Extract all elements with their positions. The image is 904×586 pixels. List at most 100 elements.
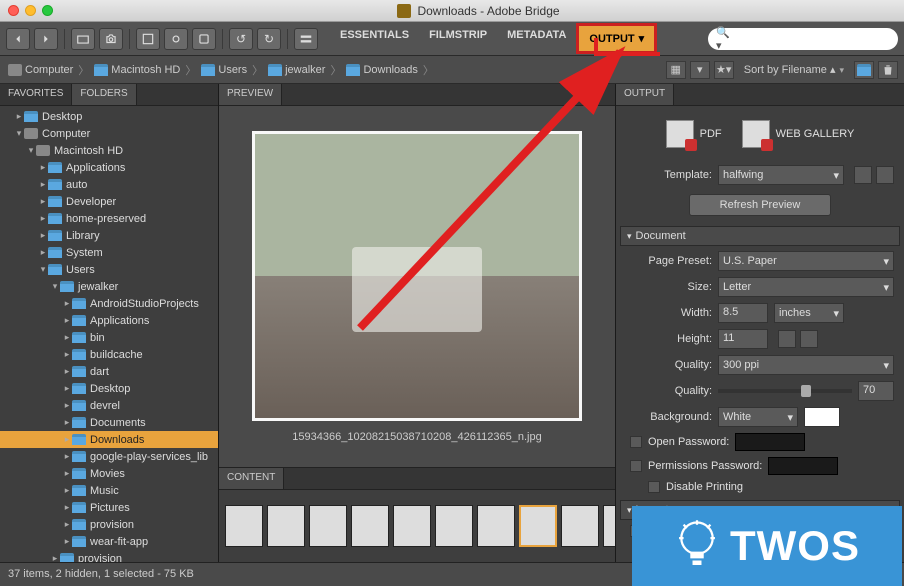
tree-item-bin[interactable]: ▸bin — [0, 329, 218, 346]
disclosure-arrow-icon[interactable]: ▸ — [38, 213, 48, 224]
slider-knob[interactable] — [801, 385, 811, 397]
tree-item-auto[interactable]: ▸auto — [0, 176, 218, 193]
disclosure-arrow-icon[interactable]: ▸ — [50, 553, 60, 562]
save-template-button[interactable] — [854, 166, 872, 184]
preview-image[interactable] — [252, 131, 582, 421]
open-password-input[interactable] — [735, 433, 805, 451]
tree-item-buildcache[interactable]: ▸buildcache — [0, 346, 218, 363]
workspace-filmstrip[interactable]: FILMSTRIP — [419, 23, 497, 54]
disclosure-arrow-icon[interactable]: ▾ — [38, 264, 48, 275]
new-folder-button[interactable] — [854, 61, 874, 79]
thumbnail[interactable] — [267, 505, 305, 547]
disclosure-arrow-icon[interactable]: ▾ — [50, 281, 60, 292]
disclosure-arrow-icon[interactable]: ▸ — [62, 298, 72, 309]
open-in-camera-raw-button[interactable] — [164, 28, 188, 50]
disclosure-arrow-icon[interactable]: ▾ — [14, 128, 24, 139]
get-photos-button[interactable] — [99, 28, 123, 50]
delete-template-button[interactable] — [876, 166, 894, 184]
tree-item-desktop[interactable]: ▸Desktop — [0, 380, 218, 397]
tree-item-wear-fit-app[interactable]: ▸wear-fit-app — [0, 533, 218, 550]
tree-item-library[interactable]: ▸Library — [0, 227, 218, 244]
disclosure-arrow-icon[interactable]: ▸ — [38, 196, 48, 207]
disclosure-arrow-icon[interactable]: ▸ — [38, 230, 48, 241]
document-section-header[interactable]: ▾Document — [620, 226, 900, 246]
disclosure-arrow-icon[interactable]: ▸ — [62, 332, 72, 343]
open-password-checkbox[interactable] — [630, 436, 642, 448]
orientation-landscape-button[interactable] — [800, 330, 818, 348]
forward-button[interactable] — [34, 28, 58, 50]
tree-item-androidstudioprojects[interactable]: ▸AndroidStudioProjects — [0, 295, 218, 312]
breadcrumb-item[interactable]: Users — [199, 64, 249, 76]
quality-toggle-button[interactable]: ▾ — [690, 61, 710, 79]
disclosure-arrow-icon[interactable]: ▸ — [62, 451, 72, 462]
disclosure-arrow-icon[interactable]: ▸ — [62, 434, 72, 445]
quality-slider[interactable] — [718, 389, 852, 393]
output-tab[interactable]: OUTPUT — [616, 84, 674, 105]
disclosure-arrow-icon[interactable]: ▸ — [38, 179, 48, 190]
thumbnail[interactable] — [225, 505, 263, 547]
disclosure-arrow-icon[interactable]: ▸ — [62, 349, 72, 360]
tree-item-google-play-services-lib[interactable]: ▸google-play-services_lib — [0, 448, 218, 465]
tree-item-users[interactable]: ▾Users — [0, 261, 218, 278]
delete-button[interactable] — [878, 61, 898, 79]
tree-item-provision[interactable]: ▸provision — [0, 550, 218, 562]
breadcrumb-item[interactable]: Macintosh HD — [92, 64, 182, 76]
disclosure-arrow-icon[interactable]: ▸ — [62, 417, 72, 428]
quality-slider-value[interactable]: 70 — [858, 381, 894, 401]
background-color-swatch[interactable] — [804, 407, 840, 427]
disclosure-arrow-icon[interactable]: ▸ — [62, 502, 72, 513]
folder-tree[interactable]: ▸Desktop▾Computer▾Macintosh HD▸Applicati… — [0, 106, 218, 562]
disclosure-arrow-icon[interactable]: ▸ — [38, 247, 48, 258]
disclosure-arrow-icon[interactable]: ▸ — [62, 468, 72, 479]
star-filter-button[interactable]: ★▾ — [714, 61, 734, 79]
thumbnail-selected[interactable] — [519, 505, 557, 547]
height-input[interactable]: 11 — [718, 329, 768, 349]
favorites-tab[interactable]: FAVORITES — [0, 84, 72, 105]
workspace-metadata[interactable]: METADATA — [497, 23, 576, 54]
minimize-window-button[interactable] — [25, 5, 36, 16]
thumbnail[interactable] — [435, 505, 473, 547]
output-type-web-gallery[interactable]: WEB GALLERY — [742, 120, 855, 148]
thumbnail[interactable] — [393, 505, 431, 547]
refresh-preview-button[interactable]: Refresh Preview — [689, 194, 832, 216]
zoom-window-button[interactable] — [42, 5, 53, 16]
disclosure-arrow-icon[interactable]: ▸ — [62, 485, 72, 496]
search-box[interactable]: 🔍▾ — [708, 28, 898, 50]
tree-item-provision[interactable]: ▸provision — [0, 516, 218, 533]
disclosure-arrow-icon[interactable]: ▾ — [26, 145, 36, 156]
tree-item-jewalker[interactable]: ▾jewalker — [0, 278, 218, 295]
tree-item-downloads[interactable]: ▸Downloads — [0, 431, 218, 448]
refine-button[interactable] — [136, 28, 160, 50]
permissions-password-input[interactable] — [768, 457, 838, 475]
tree-item-applications[interactable]: ▸Applications — [0, 312, 218, 329]
disclosure-arrow-icon[interactable]: ▸ — [62, 315, 72, 326]
quality-ppi-select[interactable]: 300 ppi▾ — [718, 355, 894, 375]
filter-thumbnails-button[interactable]: ▦ — [666, 61, 686, 79]
disclosure-arrow-icon[interactable]: ▸ — [62, 383, 72, 394]
breadcrumb-item[interactable]: Computer — [6, 64, 75, 76]
workspace-essentials[interactable]: ESSENTIALS — [330, 23, 419, 54]
tree-item-developer[interactable]: ▸Developer — [0, 193, 218, 210]
tree-item-music[interactable]: ▸Music — [0, 482, 218, 499]
disclosure-arrow-icon[interactable]: ▸ — [62, 400, 72, 411]
batch-rename-button[interactable] — [294, 28, 318, 50]
rotate-ccw-button[interactable]: ↺ — [229, 28, 253, 50]
tree-item-macintosh-hd[interactable]: ▾Macintosh HD — [0, 142, 218, 159]
width-unit-select[interactable]: inches▾ — [774, 303, 844, 323]
width-input[interactable]: 8.5 — [718, 303, 768, 323]
rotate-cw-button[interactable]: ↻ — [257, 28, 281, 50]
thumbnail[interactable] — [561, 505, 599, 547]
close-window-button[interactable] — [8, 5, 19, 16]
background-select[interactable]: White▾ — [718, 407, 798, 427]
tree-item-applications[interactable]: ▸Applications — [0, 159, 218, 176]
workspace-output[interactable]: OUTPUT▾ — [576, 23, 657, 54]
thumbnail[interactable] — [351, 505, 389, 547]
tree-item-movies[interactable]: ▸Movies — [0, 465, 218, 482]
template-select[interactable]: halfwing▾ — [718, 165, 844, 185]
orientation-portrait-button[interactable] — [778, 330, 796, 348]
tree-item-documents[interactable]: ▸Documents — [0, 414, 218, 431]
tree-item-computer[interactable]: ▾Computer — [0, 125, 218, 142]
thumbnail[interactable] — [603, 505, 615, 547]
breadcrumb-item[interactable]: Downloads — [344, 64, 419, 76]
disclosure-arrow-icon[interactable]: ▸ — [14, 111, 24, 122]
